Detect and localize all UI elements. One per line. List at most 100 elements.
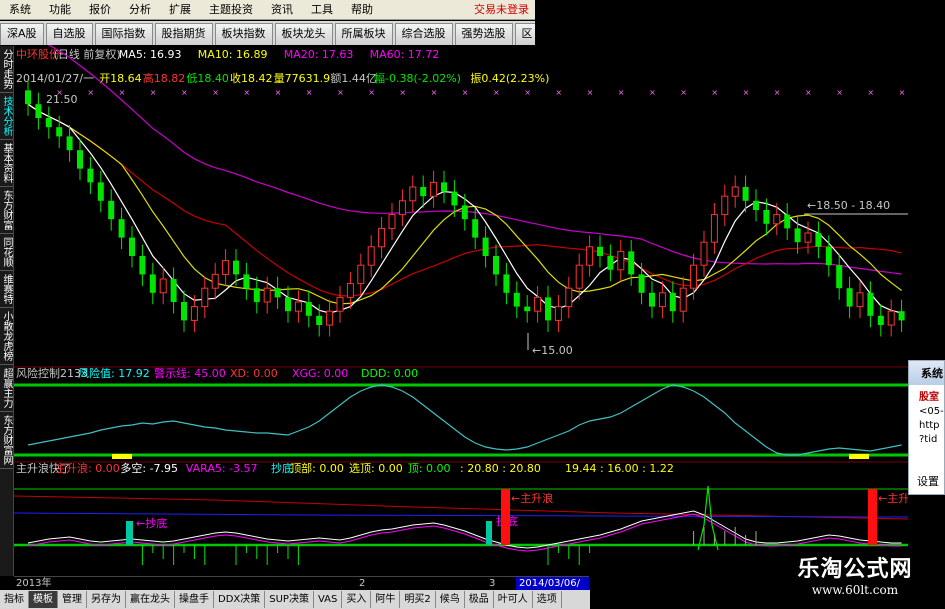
signal-marker: × [618, 88, 625, 97]
vertical-tab[interactable]: 东方财富网 [0, 412, 13, 469]
indicator-button[interactable]: 另存为 [87, 591, 126, 608]
indicator-button[interactable]: 明买2 [400, 591, 436, 608]
popup-link[interactable]: http [909, 417, 944, 431]
trade-login-status[interactable]: 交易未登录 [474, 0, 529, 20]
market-tab[interactable]: 强势选股 [454, 23, 513, 45]
indicator-button[interactable]: 极品 [465, 591, 494, 608]
signal-marker: × [587, 88, 594, 97]
market-tab[interactable]: 区 [514, 23, 535, 45]
wave-field: 19.44 : 16.00 : 1.22 [565, 462, 674, 475]
vertical-tab[interactable]: 基本资料 [0, 140, 13, 187]
signal-marker: × [337, 88, 344, 97]
menu-item[interactable]: 帮助 [342, 0, 382, 20]
vertical-tab[interactable]: 小散龙虎榜 [0, 308, 13, 365]
chaodi-bar [126, 521, 133, 545]
candle-body [721, 195, 729, 216]
market-tab[interactable]: 综合选股 [394, 23, 453, 45]
menu-item[interactable]: 资讯 [262, 0, 302, 20]
indicator-button[interactable]: 赢在龙头 [126, 591, 175, 608]
signal-marker: × [399, 88, 406, 97]
candle-body [638, 274, 645, 293]
candle-body [565, 287, 573, 308]
timeline-month: 3 [489, 578, 496, 589]
signal-marker: × [119, 88, 126, 97]
indicator-button[interactable]: 候鸟 [436, 591, 465, 608]
wave-field: 主升浪: 0.00 [55, 461, 120, 475]
quote-field: 开18.64 [99, 72, 142, 85]
candle-body [710, 214, 718, 243]
candle-body [118, 219, 125, 238]
menu-item[interactable]: 工具 [302, 0, 342, 20]
wave-field: 多空: -7.95 [120, 461, 178, 475]
quote-field: 幅-0.38(-2.02%) [374, 72, 461, 85]
market-tab-bar: 深A股 自选股 国际指数 股指期货 板块指数 板块龙头 所属板块 综合选股 强势选股区 [0, 21, 535, 45]
menu-item[interactable]: 主题投资 [200, 0, 262, 20]
candle-body [554, 306, 562, 321]
vertical-tab[interactable]: 分时走势 [0, 46, 13, 93]
candle-body [669, 292, 676, 312]
popup-link[interactable]: ?tid [909, 431, 944, 445]
candle-body [472, 219, 479, 238]
market-tab[interactable]: 所属板块 [334, 23, 393, 45]
candle-body [597, 246, 603, 256]
candle-body [493, 256, 499, 275]
indicator-button[interactable]: 操盘手 [175, 591, 214, 608]
candle-body [575, 264, 583, 289]
menu-item[interactable]: 报价 [80, 0, 120, 20]
candle-body [316, 315, 323, 325]
vertical-tab[interactable]: 同花顺 [0, 234, 13, 271]
indicator-button[interactable]: 买入 [342, 591, 372, 608]
candle-body [763, 210, 770, 224]
candle-body [451, 191, 458, 206]
market-tab[interactable]: 国际指数 [94, 23, 153, 45]
market-tab[interactable]: 深A股 [0, 23, 44, 45]
menu-item[interactable]: 系统 [0, 0, 40, 20]
chaodi-bar [486, 521, 492, 545]
market-tab[interactable]: 股指期货 [154, 23, 213, 45]
market-tab[interactable]: 板块指数 [214, 23, 273, 45]
indicator-button[interactable]: 指标 [0, 591, 29, 608]
candle-body [887, 310, 895, 326]
candle-body [731, 186, 739, 197]
signal-marker: × [431, 88, 438, 97]
indicator-button[interactable]: 选项 [533, 591, 562, 608]
wave-field: 顶部: 0.00 [290, 461, 344, 475]
candle-body [25, 90, 31, 105]
signal-marker: × [743, 88, 750, 97]
market-tab[interactable]: 板块龙头 [274, 23, 333, 45]
signal-marker: × [87, 88, 94, 97]
risk-signal-bar [112, 454, 132, 459]
indicator-button[interactable]: DDX决策 [214, 591, 266, 608]
candle-body [149, 274, 156, 293]
candle-body [211, 273, 219, 289]
vertical-tab[interactable]: 超赢主力 [0, 365, 13, 412]
signal-marker: × [181, 88, 188, 97]
candle-body [794, 228, 801, 243]
candle-body [617, 250, 625, 271]
market-tab[interactable]: 自选股 [45, 23, 93, 45]
system-notice-popup[interactable]: 系统 股室 <05- http ?tid 设置 [908, 360, 945, 495]
candle-body [243, 274, 250, 289]
indicator-button[interactable]: 管理 [58, 591, 87, 608]
candle-body [679, 287, 687, 312]
popup-settings-button[interactable]: 设置 [917, 473, 939, 489]
indicator-button[interactable]: VAS [314, 591, 343, 608]
vertical-tab[interactable]: 技术分析 [0, 93, 13, 140]
vertical-tab[interactable]: 维赛特 [0, 271, 13, 308]
menu-item[interactable]: 扩展 [160, 0, 200, 20]
quote-field: 低18.40 [186, 72, 229, 85]
candle-body [222, 260, 230, 275]
indicator-button[interactable]: 模板 [29, 591, 58, 608]
candle-body [253, 288, 260, 302]
indicator-button-bar: 指标 模板 管理 另存为 赢在龙头 操盘手 DDX决策 SUP决策 VAS 买入 阿牛 明买2 候鸟 极品… [0, 590, 590, 609]
popup-title: 系统 [909, 361, 944, 385]
kline-chart[interactable]: 中环股份(日线 前复权)MA5: 16.93 MA10: 16.89 MA20: 1… [14, 45, 908, 576]
candle-body [441, 182, 447, 192]
menu-item[interactable]: 分析 [120, 0, 160, 20]
vertical-tab[interactable]: 东方财富 [0, 187, 13, 234]
indicator-button[interactable]: SUP决策 [265, 591, 314, 608]
watermark-title: 乐淘公式网 [797, 556, 913, 582]
indicator-button[interactable]: 阿牛 [371, 591, 401, 608]
menu-item[interactable]: 功能 [40, 0, 80, 20]
indicator-button[interactable]: 叶可人 [494, 591, 533, 608]
